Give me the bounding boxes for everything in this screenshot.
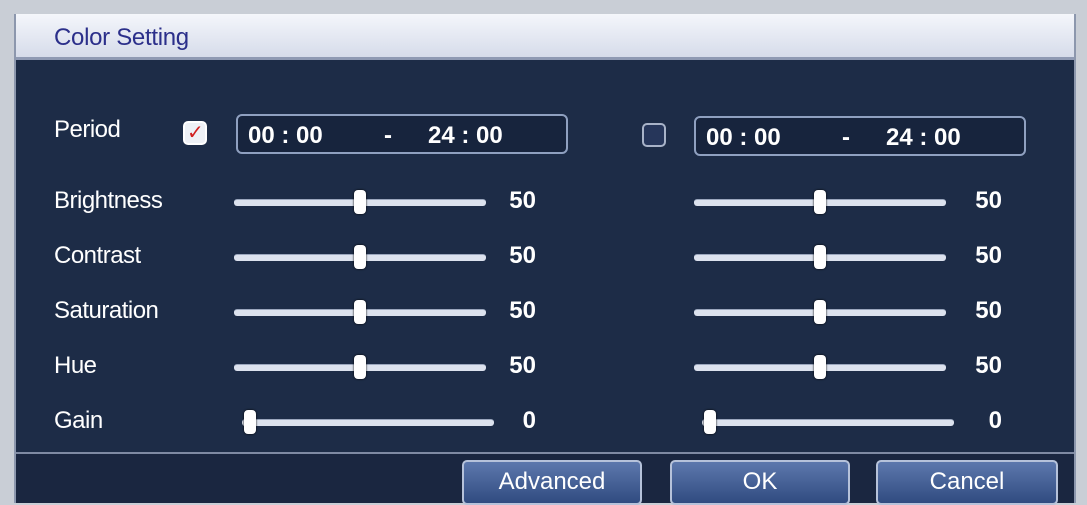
slider-knob[interactable]	[814, 190, 826, 214]
hue-value-1: 50	[509, 352, 536, 379]
hue-slider-1[interactable]	[234, 355, 486, 379]
period1-end-time[interactable]: 24 : 00	[428, 122, 503, 150]
title-bar: Color Setting	[16, 14, 1074, 60]
dialog-title: Color Setting	[54, 24, 189, 51]
period2-start-time[interactable]: 00 : 00	[706, 124, 781, 152]
settings-panel: Period ✓ 00 : 00 - 24 : 00 00 : 00 - 24 …	[16, 60, 1074, 446]
gain-value-2: 0	[988, 407, 1002, 434]
slider-knob[interactable]	[814, 245, 826, 269]
slider-knob[interactable]	[354, 190, 366, 214]
slider-knob[interactable]	[354, 355, 366, 379]
hue-label: Hue	[54, 352, 97, 379]
period1-checkbox[interactable]: ✓	[183, 120, 207, 145]
period2-time-field[interactable]: 00 : 00 - 24 : 00	[694, 116, 1026, 156]
button-bar: Advanced OK Cancel	[16, 452, 1074, 505]
saturation-value-1: 50	[509, 297, 536, 324]
slider-knob[interactable]	[704, 410, 716, 434]
period1-time-field[interactable]: 00 : 00 - 24 : 00	[236, 114, 568, 154]
color-setting-dialog: Color Setting Period ✓ 00 : 00 - 24 : 00…	[14, 14, 1076, 505]
advanced-button[interactable]: Advanced	[462, 460, 642, 505]
period2-end-time[interactable]: 24 : 00	[886, 124, 961, 152]
period-label: Period	[54, 116, 121, 143]
cancel-button[interactable]: Cancel	[876, 460, 1058, 505]
checkmark-icon: ✓	[187, 120, 204, 144]
period2-checkbox[interactable]	[642, 123, 666, 147]
contrast-value-1: 50	[509, 242, 536, 269]
period1-separator: -	[384, 122, 392, 149]
slider-knob[interactable]	[354, 300, 366, 324]
gain-label: Gain	[54, 407, 103, 434]
brightness-value-2: 50	[975, 187, 1002, 214]
hue-slider-2[interactable]	[694, 355, 946, 379]
slider-knob[interactable]	[354, 245, 366, 269]
brightness-slider-1[interactable]	[234, 190, 486, 214]
contrast-slider-1[interactable]	[234, 245, 486, 269]
brightness-label: Brightness	[54, 187, 163, 214]
brightness-value-1: 50	[509, 187, 536, 214]
contrast-slider-2[interactable]	[694, 245, 946, 269]
period1-start-time[interactable]: 00 : 00	[248, 122, 323, 150]
saturation-label: Saturation	[54, 297, 159, 324]
gain-value-1: 0	[522, 407, 536, 434]
brightness-slider-2[interactable]	[694, 190, 946, 214]
period2-separator: -	[842, 124, 850, 151]
gain-slider-2[interactable]	[702, 410, 954, 434]
slider-knob[interactable]	[814, 300, 826, 324]
ok-button[interactable]: OK	[670, 460, 850, 505]
gain-slider-1[interactable]	[242, 410, 494, 434]
saturation-slider-2[interactable]	[694, 300, 946, 324]
saturation-slider-1[interactable]	[234, 300, 486, 324]
contrast-value-2: 50	[975, 242, 1002, 269]
saturation-value-2: 50	[975, 297, 1002, 324]
hue-value-2: 50	[975, 352, 1002, 379]
contrast-label: Contrast	[54, 242, 141, 269]
slider-knob[interactable]	[814, 355, 826, 379]
slider-knob[interactable]	[244, 410, 256, 434]
